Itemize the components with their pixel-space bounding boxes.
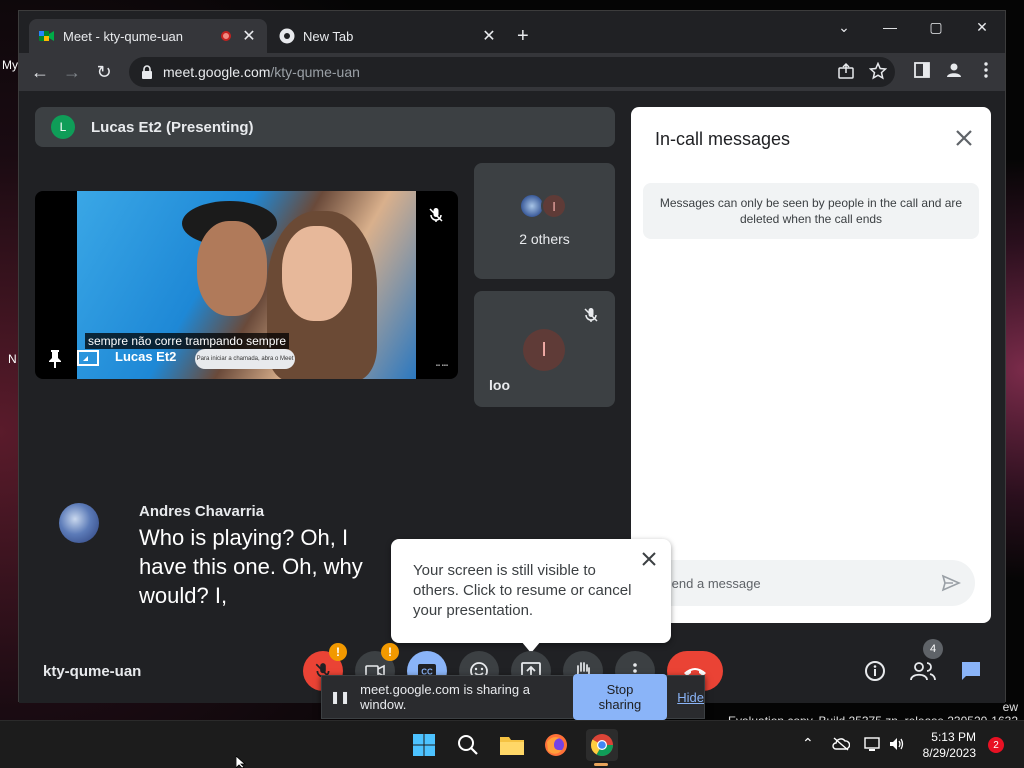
screen-sharing-bar: ❚❚ meet.google.com is sharing a window. … bbox=[321, 674, 705, 720]
tab-meet[interactable]: Meet - kty-qume-uan ✕ bbox=[29, 19, 267, 53]
participant-avatar-initial: I bbox=[541, 193, 567, 219]
tab-search-icon[interactable]: ⌄ bbox=[821, 11, 867, 43]
present-screen-icon[interactable] bbox=[77, 349, 99, 367]
back-icon[interactable]: ← bbox=[27, 59, 53, 85]
address-bar[interactable]: meet.google.com /kty-qume-uan bbox=[129, 57, 895, 87]
reload-icon[interactable]: ↻ bbox=[91, 59, 117, 85]
messages-privacy-note: Messages can only be seen by people in t… bbox=[643, 183, 979, 239]
tab-title: New Tab bbox=[303, 28, 354, 44]
pin-icon[interactable] bbox=[47, 349, 63, 369]
chat-icon bbox=[962, 662, 980, 680]
meet-content: L Lucas Et2 (Presenting) sempre não corr… bbox=[19, 91, 1005, 720]
lock-icon bbox=[142, 65, 152, 79]
meeting-details-button[interactable] bbox=[859, 651, 891, 691]
in-call-messages-panel: In-call messages Messages can only be se… bbox=[631, 107, 991, 623]
taskbar: ⌃ 5:13 PM 8/29/2023 2 bbox=[0, 720, 1024, 768]
participant-count-badge: 4 bbox=[923, 639, 943, 659]
chat-button[interactable] bbox=[955, 651, 987, 691]
window-controls: ⌄ — ▢ ✕ bbox=[821, 11, 1005, 43]
bookmark-star-icon[interactable] bbox=[869, 62, 887, 80]
chrome-favicon-icon bbox=[279, 28, 295, 44]
video-watermark: ▪▪ ▪▪▪ bbox=[435, 363, 448, 369]
network-icon[interactable] bbox=[864, 736, 882, 752]
show-hidden-icons-icon[interactable]: ⌃ bbox=[802, 735, 814, 752]
tab-strip: Meet - kty-qume-uan ✕ New Tab ✕ + ⌄ — ▢ … bbox=[19, 11, 1005, 53]
close-tab-icon[interactable]: ✕ bbox=[241, 26, 257, 46]
chrome-taskbar-icon[interactable] bbox=[586, 729, 618, 761]
browser-toolbar: ← → ↻ meet.google.com /kty-qume-uan bbox=[19, 53, 1005, 91]
mic-off-icon bbox=[429, 208, 443, 222]
speaker-avatar bbox=[59, 503, 99, 543]
search-icon[interactable] bbox=[454, 731, 482, 759]
message-input[interactable] bbox=[663, 575, 923, 591]
browser-window: Meet - kty-qume-uan ✕ New Tab ✕ + ⌄ — ▢ … bbox=[18, 10, 1006, 720]
video-caption: sempre não corre trampando sempre bbox=[85, 333, 290, 349]
menu-kebab-icon[interactable] bbox=[977, 61, 995, 79]
clock[interactable]: 5:13 PM 8/29/2023 bbox=[923, 729, 976, 761]
meet-favicon-icon bbox=[39, 28, 55, 44]
desktop-icon-label[interactable]: N bbox=[8, 352, 17, 366]
stop-sharing-button[interactable]: Stop sharing bbox=[572, 674, 668, 720]
side-panel-icon[interactable] bbox=[913, 61, 931, 79]
presentation-tile[interactable]: sempre não corre trampando sempre Para i… bbox=[35, 191, 458, 379]
tile-participant-name: Lucas Et2 bbox=[115, 349, 177, 364]
people-icon bbox=[910, 662, 936, 681]
share-page-icon[interactable] bbox=[837, 62, 855, 80]
message-input-container[interactable] bbox=[643, 560, 975, 606]
caption-speaker-name: Andres Chavarria bbox=[139, 503, 265, 520]
cloud-offline-icon[interactable] bbox=[832, 736, 850, 751]
meeting-code: kty-qume-uan bbox=[43, 663, 142, 680]
url-path: /kty-qume-uan bbox=[270, 64, 360, 80]
participant-avatar-initial: I bbox=[523, 329, 565, 371]
system-tray: ⌃ bbox=[802, 735, 906, 752]
clock-date: 8/29/2023 bbox=[922, 746, 976, 760]
panel-title: In-call messages bbox=[655, 129, 791, 149]
mic-off-icon bbox=[584, 308, 598, 322]
tab-title: Meet - kty-qume-uan bbox=[63, 28, 183, 44]
send-icon[interactable] bbox=[941, 573, 961, 593]
active-app-indicator bbox=[594, 763, 608, 766]
info-icon bbox=[865, 661, 885, 681]
video-pill: Para iniciar a chamada, abra o Meet bbox=[195, 349, 295, 369]
mic-warning-badge: ! bbox=[329, 643, 347, 661]
others-count-label: 2 others bbox=[519, 231, 570, 247]
close-icon[interactable] bbox=[641, 551, 657, 567]
presenter-label: Lucas Et2 (Presenting) bbox=[91, 118, 254, 136]
close-icon[interactable] bbox=[955, 129, 973, 147]
desktop-icon-label[interactable]: My bbox=[2, 58, 18, 72]
close-tab-icon[interactable]: ✕ bbox=[481, 26, 497, 46]
others-tile[interactable]: I 2 others bbox=[474, 163, 615, 279]
url-host: meet.google.com bbox=[163, 64, 271, 80]
tooltip-text: Your screen is still visible to others. … bbox=[413, 562, 632, 619]
volume-icon[interactable] bbox=[888, 736, 906, 752]
close-window-icon[interactable]: ✕ bbox=[959, 11, 1005, 43]
recording-indicator-icon bbox=[221, 31, 231, 41]
firefox-icon[interactable] bbox=[542, 731, 570, 759]
mouse-cursor-icon bbox=[236, 756, 247, 768]
participant-tile-loo[interactable]: I loo bbox=[474, 291, 615, 407]
start-icon[interactable] bbox=[410, 731, 438, 759]
participant-name: loo bbox=[489, 377, 510, 393]
sharing-status-text: meet.google.com is sharing a window. bbox=[360, 682, 530, 712]
profile-icon[interactable] bbox=[945, 61, 963, 79]
camera-warning-badge: ! bbox=[381, 643, 399, 661]
minimize-icon[interactable]: — bbox=[867, 11, 913, 43]
new-tab-icon[interactable]: + bbox=[517, 25, 529, 48]
clock-time: 5:13 PM bbox=[931, 730, 976, 744]
live-caption-text: Who is playing? Oh, I have this one. Oh,… bbox=[139, 525, 363, 608]
presenter-avatar: L bbox=[51, 115, 75, 139]
forward-icon[interactable]: → bbox=[59, 59, 85, 85]
notification-badge[interactable]: 2 bbox=[988, 737, 1004, 753]
maximize-icon[interactable]: ▢ bbox=[913, 11, 959, 43]
presenter-banner: L Lucas Et2 (Presenting) bbox=[35, 107, 615, 147]
file-explorer-icon[interactable] bbox=[498, 731, 526, 759]
presentation-reminder-tooltip: Your screen is still visible to others. … bbox=[391, 539, 671, 653]
tab-new-tab[interactable]: New Tab ✕ bbox=[269, 19, 507, 53]
hide-sharing-bar-link[interactable]: Hide bbox=[677, 690, 704, 705]
drag-handle-icon[interactable]: ❚❚ bbox=[330, 690, 350, 704]
